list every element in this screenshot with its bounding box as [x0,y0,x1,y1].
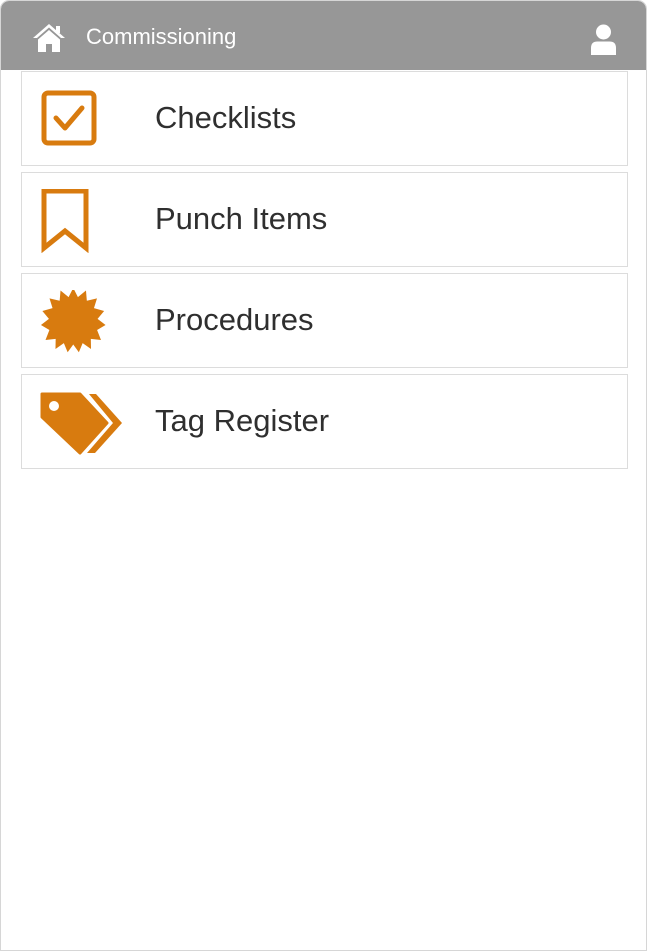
bookmark-icon [41,189,89,253]
menu-item-label: Tag Register [155,403,330,438]
user-icon [591,24,616,55]
menu-item-label: Punch Items [155,201,328,236]
main-menu: Checklists Punch Items Procedures Tag Re… [21,71,628,475]
app-window: Commissioning Checklists Punch Items Pro… [0,0,647,951]
app-header: Commissioning [1,1,646,70]
menu-item-label: Procedures [155,302,314,337]
user-button[interactable] [590,24,617,55]
menu-item-checklists[interactable]: Checklists [21,71,628,166]
menu-item-punch-items[interactable]: Punch Items [21,172,628,267]
checkbox-checked-icon [41,90,97,146]
menu-item-label: Checklists [155,100,297,135]
tags-icon [40,392,122,455]
certificate-badge-icon [40,290,106,353]
menu-item-tag-register[interactable]: Tag Register [21,374,628,469]
header-title: Commissioning [86,24,237,49]
menu-item-procedures[interactable]: Procedures [21,273,628,368]
home-icon [33,24,65,52]
home-button[interactable] [32,23,66,53]
